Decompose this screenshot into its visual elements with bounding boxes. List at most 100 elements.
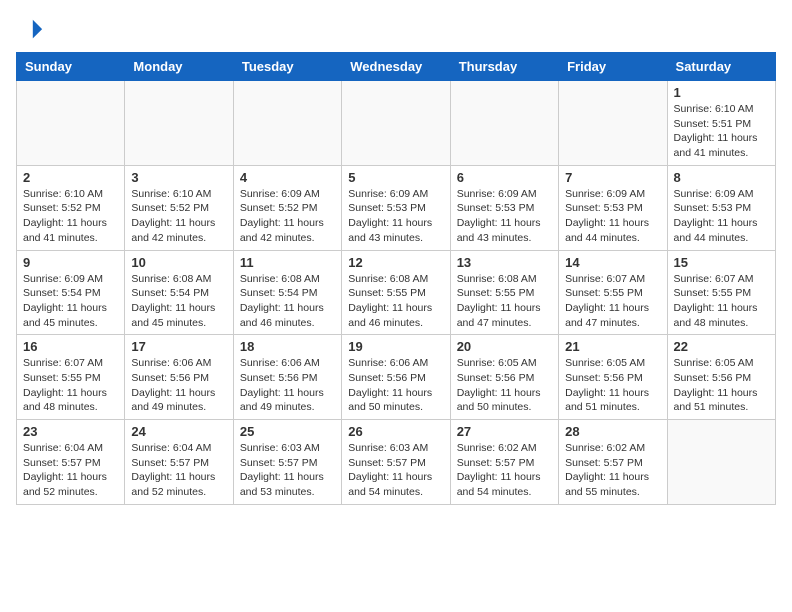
day-info: Sunrise: 6:08 AM Sunset: 5:54 PM Dayligh… xyxy=(240,272,335,331)
day-info: Sunrise: 6:04 AM Sunset: 5:57 PM Dayligh… xyxy=(23,441,118,500)
day-cell: 26 Sunrise: 6:03 AM Sunset: 5:57 PM Dayli… xyxy=(342,420,450,505)
day-info: Sunrise: 6:09 AM Sunset: 5:54 PM Dayligh… xyxy=(23,272,118,331)
weekday-header-wednesday: Wednesday xyxy=(342,53,450,81)
logo-icon xyxy=(16,16,44,44)
day-cell: 7 Sunrise: 6:09 AM Sunset: 5:53 PM Daylig… xyxy=(559,165,667,250)
day-number: 27 xyxy=(457,424,552,439)
day-number: 1 xyxy=(674,85,769,100)
day-cell: 12 Sunrise: 6:08 AM Sunset: 5:55 PM Dayli… xyxy=(342,250,450,335)
day-info: Sunrise: 6:09 AM Sunset: 5:52 PM Dayligh… xyxy=(240,187,335,246)
day-info: Sunrise: 6:05 AM Sunset: 5:56 PM Dayligh… xyxy=(565,356,660,415)
day-number: 20 xyxy=(457,339,552,354)
day-number: 13 xyxy=(457,255,552,270)
day-cell: 3 Sunrise: 6:10 AM Sunset: 5:52 PM Daylig… xyxy=(125,165,233,250)
day-info: Sunrise: 6:10 AM Sunset: 5:52 PM Dayligh… xyxy=(23,187,118,246)
day-number: 7 xyxy=(565,170,660,185)
day-info: Sunrise: 6:02 AM Sunset: 5:57 PM Dayligh… xyxy=(457,441,552,500)
week-row-2: 2 Sunrise: 6:10 AM Sunset: 5:52 PM Daylig… xyxy=(17,165,776,250)
day-cell: 9 Sunrise: 6:09 AM Sunset: 5:54 PM Daylig… xyxy=(17,250,125,335)
day-cell xyxy=(667,420,775,505)
day-cell: 23 Sunrise: 6:04 AM Sunset: 5:57 PM Dayli… xyxy=(17,420,125,505)
day-number: 4 xyxy=(240,170,335,185)
day-number: 25 xyxy=(240,424,335,439)
day-info: Sunrise: 6:03 AM Sunset: 5:57 PM Dayligh… xyxy=(348,441,443,500)
week-row-3: 9 Sunrise: 6:09 AM Sunset: 5:54 PM Daylig… xyxy=(17,250,776,335)
day-number: 17 xyxy=(131,339,226,354)
week-row-1: 1 Sunrise: 6:10 AM Sunset: 5:51 PM Daylig… xyxy=(17,81,776,166)
day-info: Sunrise: 6:04 AM Sunset: 5:57 PM Dayligh… xyxy=(131,441,226,500)
day-info: Sunrise: 6:08 AM Sunset: 5:54 PM Dayligh… xyxy=(131,272,226,331)
day-number: 28 xyxy=(565,424,660,439)
day-info: Sunrise: 6:10 AM Sunset: 5:51 PM Dayligh… xyxy=(674,102,769,161)
day-cell: 4 Sunrise: 6:09 AM Sunset: 5:52 PM Daylig… xyxy=(233,165,341,250)
day-cell: 22 Sunrise: 6:05 AM Sunset: 5:56 PM Dayli… xyxy=(667,335,775,420)
day-cell: 18 Sunrise: 6:06 AM Sunset: 5:56 PM Dayli… xyxy=(233,335,341,420)
day-info: Sunrise: 6:09 AM Sunset: 5:53 PM Dayligh… xyxy=(674,187,769,246)
day-number: 2 xyxy=(23,170,118,185)
day-info: Sunrise: 6:06 AM Sunset: 5:56 PM Dayligh… xyxy=(240,356,335,415)
day-number: 22 xyxy=(674,339,769,354)
week-row-5: 23 Sunrise: 6:04 AM Sunset: 5:57 PM Dayli… xyxy=(17,420,776,505)
day-cell: 20 Sunrise: 6:05 AM Sunset: 5:56 PM Dayli… xyxy=(450,335,558,420)
day-number: 16 xyxy=(23,339,118,354)
day-number: 26 xyxy=(348,424,443,439)
day-number: 12 xyxy=(348,255,443,270)
weekday-header-sunday: Sunday xyxy=(17,53,125,81)
weekday-header-tuesday: Tuesday xyxy=(233,53,341,81)
day-number: 21 xyxy=(565,339,660,354)
day-info: Sunrise: 6:05 AM Sunset: 5:56 PM Dayligh… xyxy=(457,356,552,415)
day-number: 15 xyxy=(674,255,769,270)
day-number: 11 xyxy=(240,255,335,270)
day-cell: 8 Sunrise: 6:09 AM Sunset: 5:53 PM Daylig… xyxy=(667,165,775,250)
day-cell: 11 Sunrise: 6:08 AM Sunset: 5:54 PM Dayli… xyxy=(233,250,341,335)
day-info: Sunrise: 6:09 AM Sunset: 5:53 PM Dayligh… xyxy=(565,187,660,246)
day-cell: 10 Sunrise: 6:08 AM Sunset: 5:54 PM Dayli… xyxy=(125,250,233,335)
day-cell: 19 Sunrise: 6:06 AM Sunset: 5:56 PM Dayli… xyxy=(342,335,450,420)
day-cell: 2 Sunrise: 6:10 AM Sunset: 5:52 PM Daylig… xyxy=(17,165,125,250)
day-info: Sunrise: 6:05 AM Sunset: 5:56 PM Dayligh… xyxy=(674,356,769,415)
day-cell xyxy=(342,81,450,166)
weekday-header-row: SundayMondayTuesdayWednesdayThursdayFrid… xyxy=(17,53,776,81)
day-number: 24 xyxy=(131,424,226,439)
page-header xyxy=(16,16,776,44)
day-info: Sunrise: 6:06 AM Sunset: 5:56 PM Dayligh… xyxy=(348,356,443,415)
week-row-4: 16Sunrise: 6:07 AM Sunset: 5:55 PM Dayli… xyxy=(17,335,776,420)
weekday-header-thursday: Thursday xyxy=(450,53,558,81)
day-number: 14 xyxy=(565,255,660,270)
day-number: 6 xyxy=(457,170,552,185)
day-number: 10 xyxy=(131,255,226,270)
day-cell: 27 Sunrise: 6:02 AM Sunset: 5:57 PM Dayli… xyxy=(450,420,558,505)
day-number: 8 xyxy=(674,170,769,185)
day-info: Sunrise: 6:02 AM Sunset: 5:57 PM Dayligh… xyxy=(565,441,660,500)
day-info: Sunrise: 6:10 AM Sunset: 5:52 PM Dayligh… xyxy=(131,187,226,246)
day-cell: 28 Sunrise: 6:02 AM Sunset: 5:57 PM Dayli… xyxy=(559,420,667,505)
day-cell: 14 Sunrise: 6:07 AM Sunset: 5:55 PM Dayli… xyxy=(559,250,667,335)
day-cell: 1 Sunrise: 6:10 AM Sunset: 5:51 PM Daylig… xyxy=(667,81,775,166)
day-cell: 16Sunrise: 6:07 AM Sunset: 5:55 PM Dayli… xyxy=(17,335,125,420)
day-cell xyxy=(559,81,667,166)
day-info: Sunrise: 6:08 AM Sunset: 5:55 PM Dayligh… xyxy=(348,272,443,331)
day-number: 19 xyxy=(348,339,443,354)
weekday-header-monday: Monday xyxy=(125,53,233,81)
day-cell: 21 Sunrise: 6:05 AM Sunset: 5:56 PM Dayli… xyxy=(559,335,667,420)
weekday-header-saturday: Saturday xyxy=(667,53,775,81)
logo xyxy=(16,16,48,44)
calendar-table: SundayMondayTuesdayWednesdayThursdayFrid… xyxy=(16,52,776,505)
day-number: 23 xyxy=(23,424,118,439)
day-info: Sunrise: 6:08 AM Sunset: 5:55 PM Dayligh… xyxy=(457,272,552,331)
day-info: Sunrise: 6:07 AM Sunset: 5:55 PM Dayligh… xyxy=(565,272,660,331)
day-cell: 17 Sunrise: 6:06 AM Sunset: 5:56 PM Dayli… xyxy=(125,335,233,420)
day-info: Sunrise: 6:09 AM Sunset: 5:53 PM Dayligh… xyxy=(348,187,443,246)
day-number: 18 xyxy=(240,339,335,354)
day-info: Sunrise: 6:06 AM Sunset: 5:56 PM Dayligh… xyxy=(131,356,226,415)
day-cell xyxy=(17,81,125,166)
weekday-header-friday: Friday xyxy=(559,53,667,81)
day-cell xyxy=(450,81,558,166)
day-cell: 25Sunrise: 6:03 AM Sunset: 5:57 PM Dayli… xyxy=(233,420,341,505)
day-cell: 6 Sunrise: 6:09 AM Sunset: 5:53 PM Daylig… xyxy=(450,165,558,250)
day-cell xyxy=(233,81,341,166)
day-cell xyxy=(125,81,233,166)
day-number: 9 xyxy=(23,255,118,270)
day-number: 3 xyxy=(131,170,226,185)
day-info: Sunrise: 6:09 AM Sunset: 5:53 PM Dayligh… xyxy=(457,187,552,246)
